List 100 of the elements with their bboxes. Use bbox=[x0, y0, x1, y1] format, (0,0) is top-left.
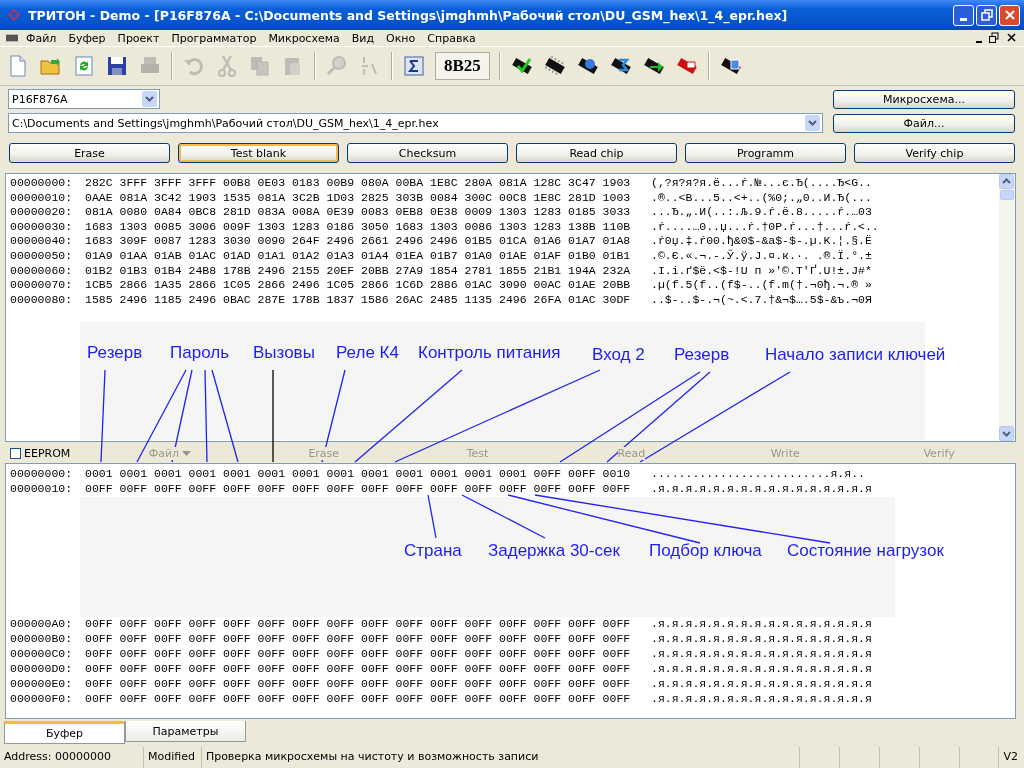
hex-values: 00FF 00FF 00FF 00FF 00FF 00FF 00FF 00FF 00FF 00FF 00FF 00FF 00FF 00FF 00FF 00FF bbox=[85, 646, 632, 661]
caret-icon bbox=[182, 450, 192, 456]
ascii-text: (,?я?я?я.ё...ŕ.№...є.Ђ(....Ђ<G.. bbox=[651, 176, 872, 191]
menu-item[interactable]: Буфер bbox=[68, 31, 106, 45]
annotation-label: Начало записи ключей bbox=[765, 345, 946, 365]
menu-item[interactable]: Файл bbox=[26, 31, 57, 45]
chip-icon[interactable] bbox=[542, 54, 567, 78]
checkbox-label: EEPROM bbox=[24, 446, 71, 460]
hex-address: 00000010: bbox=[10, 481, 74, 496]
restore-icon bbox=[980, 9, 993, 21]
menu-item[interactable]: Программатор bbox=[171, 31, 257, 45]
hex-values: 00FF 00FF 00FF 00FF 00FF 00FF 00FF 00FF 00FF 00FF 00FF 00FF 00FF 00FF 00FF 00FF bbox=[85, 676, 632, 691]
annotation-label: Подбор ключа bbox=[649, 541, 762, 561]
action-button[interactable]: Test blank bbox=[178, 143, 339, 163]
tab[interactable]: Буфер bbox=[4, 721, 125, 744]
maximize-button[interactable] bbox=[976, 4, 997, 26]
file-path-dropdown[interactable]: C:\Documents and Settings\jmghmh\Рабочий стол\DU_GSM_hex\1_4_epr.hex bbox=[8, 113, 823, 133]
action-button[interactable]: Programm bbox=[685, 143, 846, 163]
refresh-icon[interactable] bbox=[72, 54, 96, 78]
hex-values: 00FF 00FF 00FF 00FF 00FF 00FF 00FF 00FF 00FF 00FF 00FF 00FF 00FF 00FF 00FF 00FF bbox=[85, 691, 632, 706]
ascii-text: .я.я.я.я.я.я.я.я.я.я.я.я.я.я.я.я bbox=[651, 481, 872, 496]
hex-address: 000000E0: bbox=[10, 676, 74, 691]
ascii-text: .ŕ....…0..џ...ŕ.†0P.ŕ...†...ŕ.<.. bbox=[651, 219, 879, 235]
ascii-text: .я.я.я.я.я.я.я.я.я.я.я.я.я.я.я.я bbox=[651, 646, 872, 661]
scrollbar[interactable] bbox=[999, 174, 1015, 441]
hex-address: 000000D0: bbox=[10, 661, 74, 676]
ascii-text: .І.і.ґ$ё.<$-!U п »'©.T'Ґ.U!±.J#* bbox=[651, 263, 872, 279]
annotation-label: Страна bbox=[404, 541, 462, 561]
ascii-text: .©.Є.«.¬.-.Ў.ў.J.¤.к.·. .®.Ї.°.± bbox=[651, 248, 872, 264]
hex-values: 1CB5 2866 1A35 2866 1C05 2866 2496 1C05 2866 1C6D 2886 01AC 3090 00AC 01AE 20BB bbox=[85, 278, 632, 293]
menu-item[interactable]: Микросхема bbox=[268, 31, 340, 45]
minimize-icon bbox=[960, 17, 967, 21]
status-version: V2 bbox=[1002, 749, 1019, 765]
annotation-label: Контроль питания bbox=[418, 343, 561, 363]
annotation-label: Вход 2 bbox=[592, 345, 645, 365]
tab[interactable]: Параметры bbox=[125, 721, 246, 742]
hex-address: 000000F0: bbox=[10, 691, 74, 706]
eeprom-checkbox[interactable] bbox=[10, 447, 21, 459]
hex-address: 000000A0: bbox=[10, 616, 74, 631]
ascii-text: .я.я.я.я.я.я.я.я.я.я.я.я.я.я.я.я bbox=[651, 616, 872, 631]
hex-values: 00FF 00FF 00FF 00FF 00FF 00FF 00FF 00FF 00FF 00FF 00FF 00FF 00FF 00FF 00FF 00FF bbox=[85, 661, 632, 676]
scroll-thumb[interactable] bbox=[1000, 190, 1014, 200]
hex-address: 00000000: bbox=[10, 176, 74, 191]
hex-address: 000000C0: bbox=[10, 646, 74, 661]
hex-address: 00000040: bbox=[10, 234, 74, 249]
sum-icon[interactable] bbox=[402, 54, 426, 78]
hex-values: 282C 3FFF 3FFF 3FFF 00B8 0E03 0183 00B9 080A 00BA 1E8C 280A 081A 128C 3C47 1903 bbox=[85, 176, 632, 191]
hex-values: 00FF 00FF 00FF 00FF 00FF 00FF 00FF 00FF 00FF 00FF 00FF 00FF 00FF 00FF 00FF 00FF bbox=[85, 481, 632, 496]
ascii-text: .я.я.я.я.я.я.я.я.я.я.я.я.я.я.я.я bbox=[651, 661, 872, 676]
hex-values: 00FF 00FF 00FF 00FF 00FF 00FF 00FF 00FF 00FF 00FF 00FF 00FF 00FF 00FF 00FF 00FF bbox=[85, 631, 632, 646]
scroll-up-icon[interactable] bbox=[999, 174, 1014, 189]
close-icon[interactable] bbox=[1006, 32, 1018, 44]
annotation-label: Задержка 30-сек bbox=[488, 541, 620, 561]
action-button[interactable]: Erase bbox=[9, 143, 170, 163]
ascii-text: .я.я.я.я.я.я.я.я.я.я.я.я.я.я.я.я bbox=[651, 631, 872, 646]
chip-button[interactable]: Микросхема... bbox=[833, 89, 1015, 109]
annotation-label: Реле К4 bbox=[336, 343, 399, 363]
ascii-text: .®..<B...5..<+..(%0;.„0..И.Ђ(... bbox=[651, 190, 872, 206]
hex-address: 00000020: bbox=[10, 205, 74, 220]
menu-item[interactable]: Справка bbox=[427, 31, 476, 45]
hex-address: 00000060: bbox=[10, 263, 74, 279]
hex-address: 000000B0: bbox=[10, 631, 74, 646]
ascii-text: ...Ђ.„.И(..:.Љ.9.ŕ.ё.8.....ŕ.…03 bbox=[651, 205, 872, 220]
dropdown-value: C:\Documents and Settings\jmghmh\Рабочий стол\DU_GSM_hex\1_4_epr.hex bbox=[12, 116, 440, 130]
hex-address: 00000070: bbox=[10, 278, 74, 293]
hex-values: 00FF 00FF 00FF 00FF 00FF 00FF 00FF 00FF 00FF 00FF 00FF 00FF 00FF 00FF 00FF 00FF bbox=[85, 616, 632, 631]
annotation-label: Пароль bbox=[170, 343, 229, 363]
hex-address: 00000010: bbox=[10, 190, 74, 206]
hex-address: 00000000: bbox=[10, 466, 74, 481]
file-button[interactable]: Файл... bbox=[833, 113, 1015, 133]
hex-address: 00000050: bbox=[10, 248, 74, 264]
action-button[interactable]: Verify chip bbox=[854, 143, 1015, 163]
ascii-text: ..........................я.я.. bbox=[651, 466, 865, 481]
menu-item[interactable]: Окно bbox=[386, 31, 416, 45]
hex-values: 0001 0001 0001 0001 0001 0001 0001 0001 0001 0001 0001 0001 0001 00FF 00FF 0010 bbox=[85, 466, 632, 481]
annotation-label: Состояние нагрузок bbox=[787, 541, 944, 561]
close-button[interactable] bbox=[999, 4, 1020, 26]
action-button[interactable]: Read chip bbox=[516, 143, 677, 163]
app-icon bbox=[6, 7, 22, 23]
hex-values: 1683 1303 0085 3006 009F 1303 1283 0186 3050 1683 1303 0086 1303 1283 138B 110B bbox=[85, 219, 632, 235]
ascii-text: .я.я.я.я.я.я.я.я.я.я.я.я.я.я.я.я bbox=[651, 676, 872, 691]
minimize-button[interactable] bbox=[953, 4, 974, 26]
menu-item[interactable]: Вид bbox=[351, 31, 375, 45]
annotation-label: Резерв bbox=[87, 343, 143, 363]
annotation-label: Резерв bbox=[674, 345, 730, 365]
hex-values: 01A9 01AA 01AB 01AC 01AD 01A1 01A2 01A3 01A4 01EA 01B7 01A0 01AE 01AF 01B0 01B1 bbox=[85, 248, 632, 264]
restore-icon[interactable] bbox=[988, 32, 1000, 44]
status-address: Address: 00000000 bbox=[0, 747, 144, 768]
ascii-text: ..$-..$-.¬(~.<.7.†&¬$….5$-&ъ.¬0Я bbox=[651, 292, 872, 308]
hex-values: 081A 0080 0A84 0BC8 281D 083A 008A 0E39 0083 0EB8 0E38 0009 1303 1283 0185 3033 bbox=[85, 205, 632, 220]
chip-dropdown[interactable]: P16F876A bbox=[8, 89, 160, 109]
scroll-down-icon[interactable] bbox=[999, 426, 1014, 441]
window-title: ТРИТОН - Demo - [P16F876A - C:\Documents and Settings\jmghmh\Рабочий стол\DU_GSM_hex\1_4_epr.hex] bbox=[28, 7, 789, 23]
dropdown-value: P16F876A bbox=[12, 92, 69, 106]
ascii-text: .я.я.я.я.я.я.я.я.я.я.я.я.я.я.я.я bbox=[651, 691, 872, 706]
hex-address: 00000030: bbox=[10, 219, 74, 235]
menu-item[interactable]: Проект bbox=[117, 31, 160, 45]
annotation-label: Вызовы bbox=[253, 343, 315, 363]
action-button[interactable]: Checksum bbox=[347, 143, 508, 163]
hex-values: 01B2 01B3 01B4 24B8 178B 2496 2155 20EF 20BB 27A9 1854 2781 1855 21B1 194A 232A bbox=[85, 263, 632, 279]
